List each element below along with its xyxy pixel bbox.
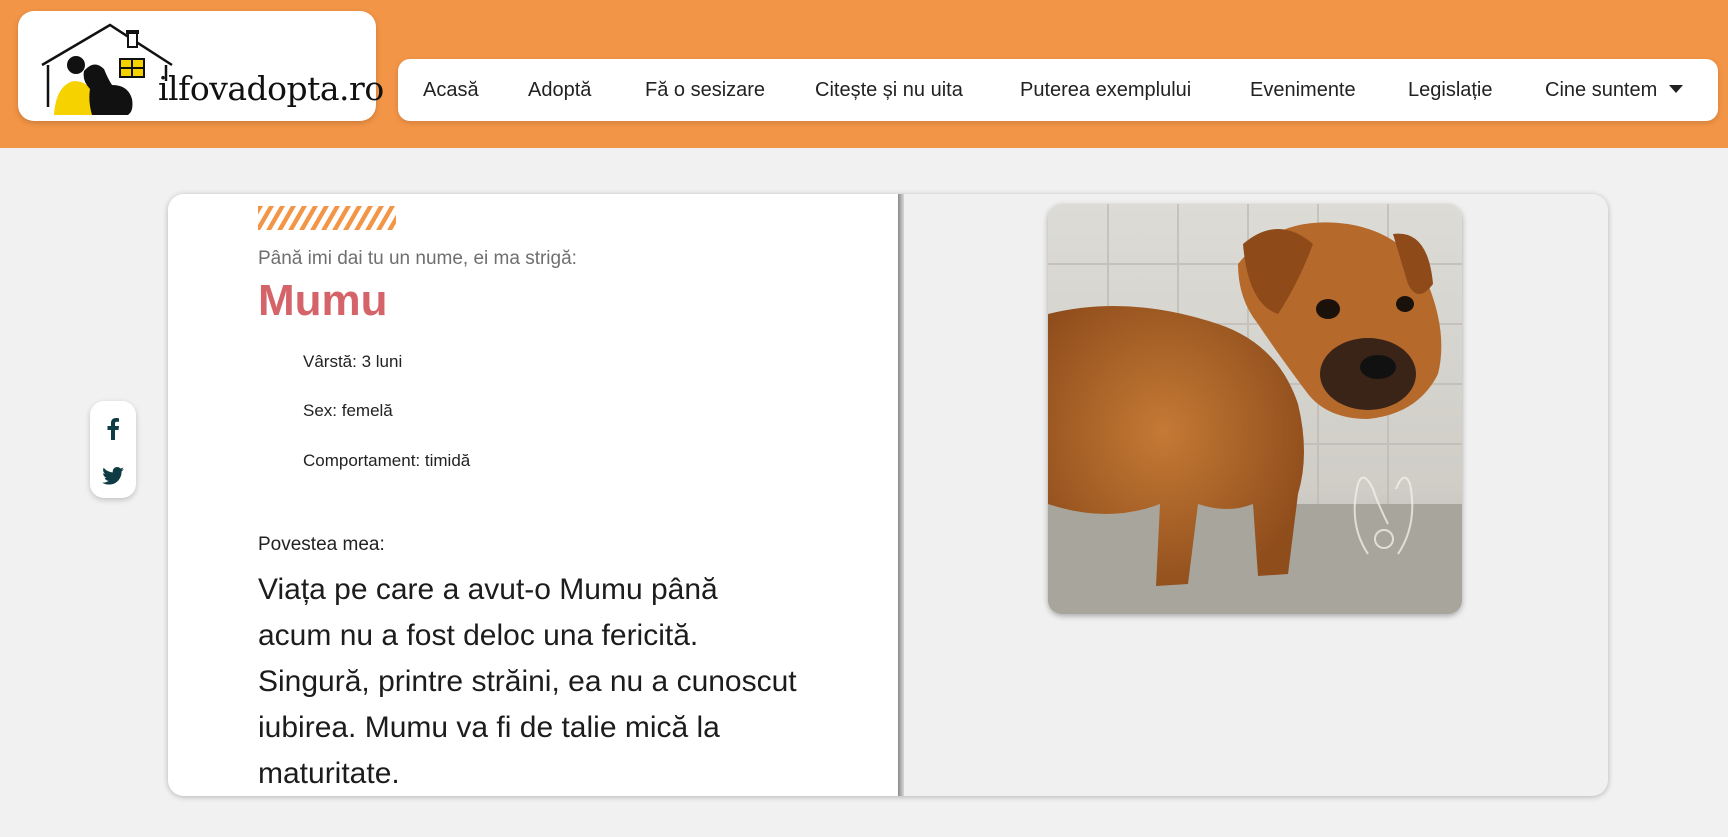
nav-item-sesizare[interactable]: Fă o sesizare xyxy=(645,59,765,121)
pet-sex: Sex: femelă xyxy=(303,401,393,420)
twitter-share-button[interactable] xyxy=(90,461,136,491)
facebook-share-button[interactable] xyxy=(90,414,136,444)
nav-item-citeste[interactable]: Citește și nu uita xyxy=(815,59,963,121)
pet-info-panel: Până imi dai tu un nume, ei ma strigă: M… xyxy=(168,194,898,796)
nav-item-adopta[interactable]: Adoptă xyxy=(528,59,591,121)
site-name: ilfovadopta.ro xyxy=(158,69,384,108)
twitter-icon xyxy=(102,467,124,485)
nav-item-cine-suntem[interactable]: Cine suntem xyxy=(1545,59,1684,121)
nav-item-legislatie[interactable]: Legislație xyxy=(1408,59,1493,121)
site-logo[interactable]: ilfovadopta.ro xyxy=(18,11,384,121)
nav-item-acasa[interactable]: Acasă xyxy=(423,59,479,121)
decorative-stripes xyxy=(258,206,396,230)
story-label: Povestea mea: xyxy=(258,534,385,555)
puppy-photo-image xyxy=(1048,204,1462,614)
name-intro: Până imi dai tu un nume, ei ma strigă: xyxy=(258,248,577,269)
nav-item-evenimente[interactable]: Evenimente xyxy=(1250,59,1356,121)
pet-profile-card: Până imi dai tu un nume, ei ma strigă: M… xyxy=(168,194,1608,796)
pet-photo[interactable] xyxy=(1048,204,1462,614)
pet-story: Viața pe care a avut-o Mumu până acum nu… xyxy=(258,573,797,790)
main-nav: Acasă Adoptă Fă o sesizare Citește și nu… xyxy=(398,59,1718,121)
pet-behavior: Comportament: timidă xyxy=(303,451,471,470)
social-share-bar xyxy=(90,401,136,498)
pet-age: Vârstă: 3 luni xyxy=(303,352,403,371)
facebook-icon xyxy=(107,418,119,440)
nav-item-cine-suntem-label: Cine suntem xyxy=(1545,79,1658,101)
pet-name: Mumu xyxy=(258,276,388,325)
nav-item-puterea-exemplului[interactable]: Puterea exemplului xyxy=(1020,59,1191,121)
caret-down-icon xyxy=(1669,84,1684,93)
panel-divider xyxy=(898,194,904,796)
